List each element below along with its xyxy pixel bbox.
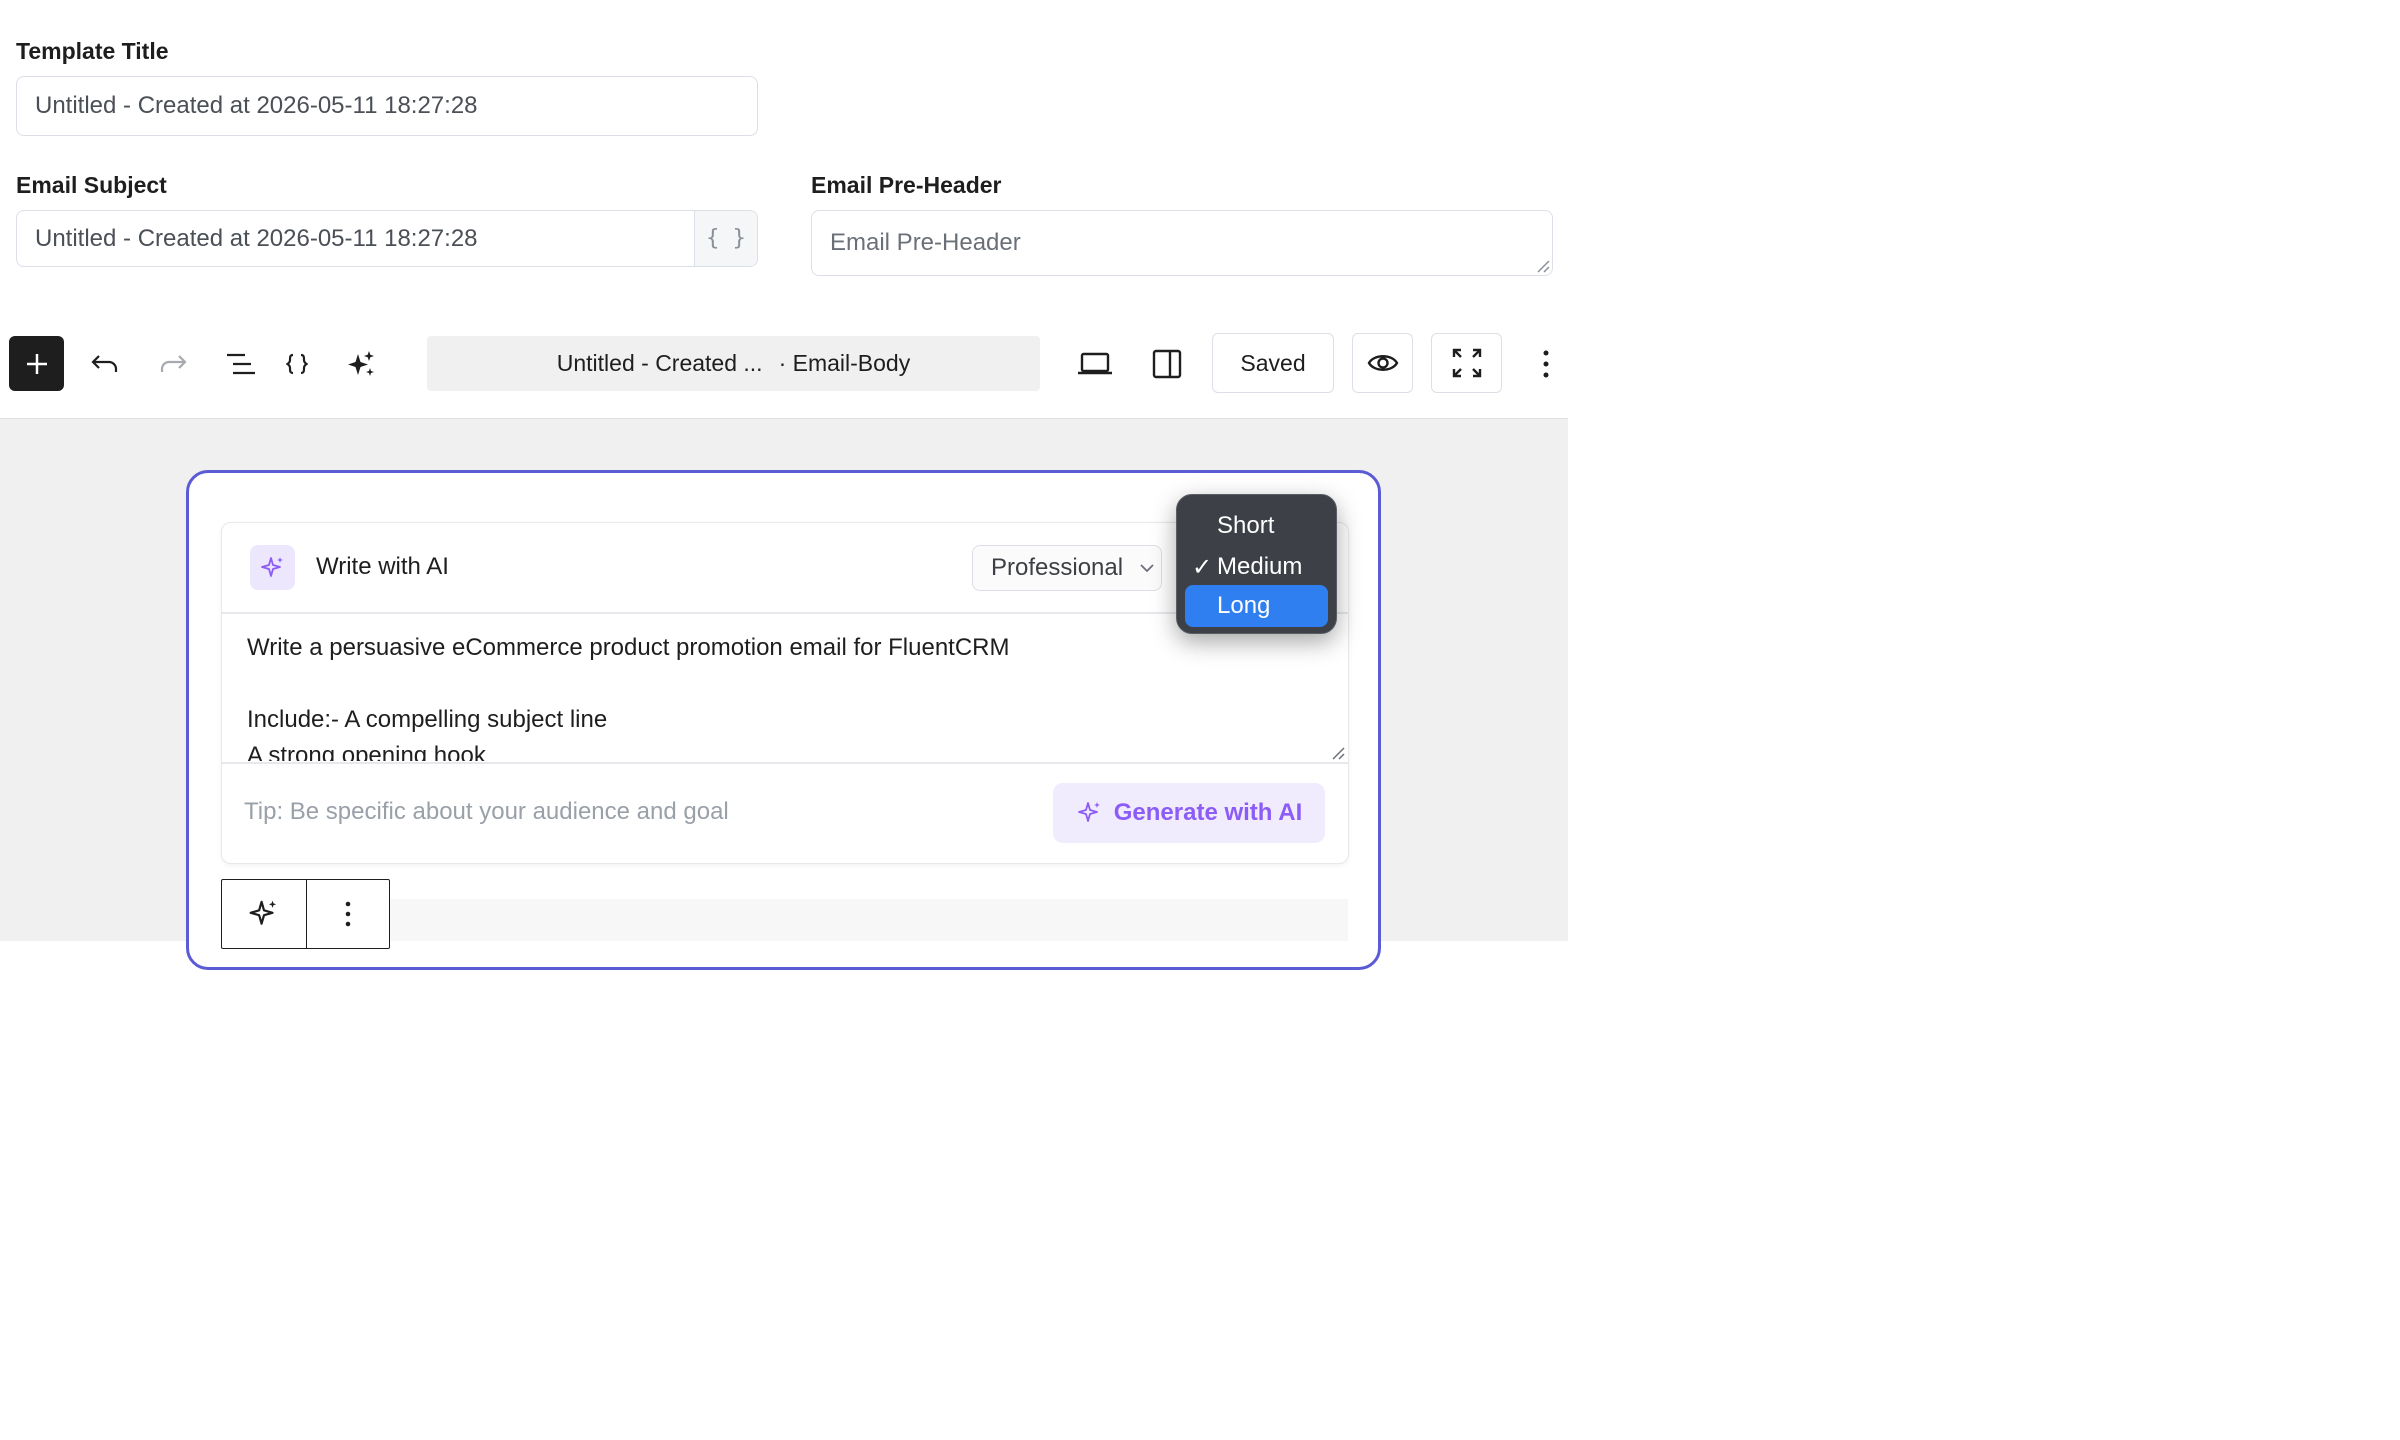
preview-button[interactable]: [1352, 333, 1413, 393]
document-type: · Email-Body: [778, 350, 911, 376]
pre-header-input[interactable]: Email Pre-Header: [811, 210, 1553, 276]
template-title-input[interactable]: Untitled - Created at 2026-05-11 18:27:2…: [16, 76, 758, 136]
sidebar-toggle-icon: [1152, 349, 1182, 379]
resize-handle-icon[interactable]: [1536, 259, 1550, 273]
tone-select-value: Professional: [991, 554, 1124, 581]
document-title: Untitled - Created ...: [556, 350, 763, 376]
more-vertical-icon: [1543, 350, 1549, 378]
settings-sidebar-button[interactable]: [1146, 343, 1188, 385]
eye-icon: [1367, 355, 1398, 371]
code-braces-icon: [286, 353, 308, 375]
undo-button[interactable]: [84, 343, 126, 385]
ai-prompt-textarea[interactable]: Write a persuasive eCommerce product pro…: [247, 630, 1327, 761]
block-ai-button[interactable]: [222, 880, 307, 948]
ai-tip-text: Tip: Be specific about your audience and…: [244, 798, 729, 825]
merge-tag-button[interactable]: { }: [694, 211, 757, 266]
ai-footer-divider: [222, 762, 1348, 764]
prompt-line: A strong opening hook: [247, 742, 486, 761]
prompt-line: Include:- A compelling subject line: [247, 706, 608, 733]
sparkle-icon: [1077, 802, 1100, 822]
prompt-line-blank: [247, 666, 1327, 702]
device-preview-button[interactable]: [1072, 343, 1118, 385]
ai-badge: [250, 545, 295, 590]
email-subject-group: Untitled - Created at 2026-05-11 18:27:2…: [16, 210, 758, 267]
sparkle-icon: [249, 900, 277, 925]
redo-button[interactable]: [152, 343, 194, 385]
ai-panel-title: Write with AI: [316, 553, 449, 580]
list-view-button[interactable]: [220, 343, 262, 385]
tone-select[interactable]: Professional: [972, 545, 1162, 591]
textarea-resize-icon[interactable]: [1331, 746, 1345, 760]
sparkle-icon: [260, 556, 283, 577]
list-view-icon: [227, 353, 255, 375]
block-toolbar: [221, 879, 390, 949]
chevron-down-icon: [1140, 564, 1154, 573]
length-option-medium[interactable]: ✓ Medium: [1192, 550, 1302, 584]
saved-button[interactable]: Saved: [1212, 333, 1334, 393]
more-vertical-icon: [345, 901, 351, 927]
desktop-preview-icon: [1078, 352, 1112, 375]
code-editor-button[interactable]: [276, 343, 318, 385]
document-title-bar[interactable]: Untitled - Created ... · Email-Body: [427, 336, 1040, 391]
add-block-button[interactable]: [9, 336, 64, 391]
fullscreen-icon: [1452, 348, 1481, 378]
length-option-short[interactable]: Short: [1217, 509, 1274, 543]
plus-icon: [26, 353, 47, 374]
prompt-line: Write a persuasive eCommerce product pro…: [247, 634, 1010, 661]
length-option-long[interactable]: Long: [1185, 585, 1328, 627]
length-menu: Short ✓ Medium Long: [1176, 494, 1337, 634]
generate-label: Generate with AI: [1113, 799, 1303, 826]
checkmark-icon: ✓: [1192, 553, 1213, 581]
redo-icon: [160, 355, 187, 372]
fullscreen-button[interactable]: [1431, 333, 1502, 393]
ai-tools-button[interactable]: [340, 343, 382, 385]
pre-header-label: Email Pre-Header: [811, 172, 1002, 198]
email-subject-input[interactable]: Untitled - Created at 2026-05-11 18:27:2…: [17, 211, 694, 266]
more-options-button[interactable]: [1530, 343, 1562, 385]
sparkles-icon: [348, 351, 374, 376]
undo-icon: [91, 355, 118, 372]
block-options-button[interactable]: [307, 880, 389, 948]
generate-with-ai-button[interactable]: Generate with AI: [1053, 783, 1325, 843]
block-footer-strip: [222, 899, 1348, 941]
length-option-medium-label: Medium: [1217, 553, 1303, 580]
template-title-label: Template Title: [16, 38, 169, 64]
email-subject-label: Email Subject: [16, 172, 167, 198]
